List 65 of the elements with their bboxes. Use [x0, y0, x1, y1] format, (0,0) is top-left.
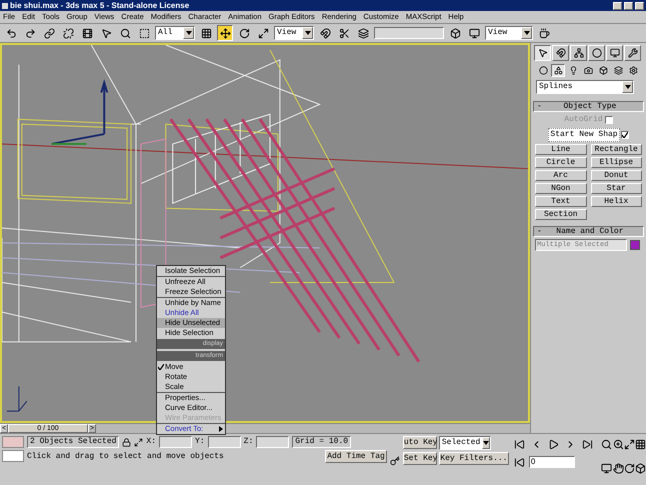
cube-icon [598, 66, 608, 75]
auto-key-button[interactable]: uto Key [402, 436, 437, 449]
object-type-button[interactable]: Arc [535, 170, 586, 181]
object-type-button[interactable]: NGon [535, 183, 586, 194]
key-mode-dropdown[interactable]: Selected [438, 436, 491, 450]
camera-icon [584, 66, 592, 75]
z-label: Z: [244, 438, 254, 446]
layers-icon [614, 66, 622, 75]
render-view-dropdown[interactable]: View [485, 26, 533, 40]
prompt-line: Click and drag to select and move objects [27, 450, 225, 462]
selection-count: 2 Objects Selected [27, 436, 120, 448]
object-type-button[interactable]: Circle [535, 157, 586, 168]
current-frame-field[interactable]: 0 [528, 456, 575, 468]
start-new-shape-label: Start New Shap [548, 128, 620, 142]
reference-coordinate-dropdown[interactable]: View [274, 26, 314, 40]
submenu-arrow-icon [219, 426, 223, 432]
category-dropdown[interactable]: Splines [536, 80, 634, 94]
rollout-header[interactable]: - Name and Color [533, 226, 644, 237]
grid-size: Grid = 10.0 [292, 436, 352, 448]
window-title: bie shui.max - 3ds max 5 - Stand-alone License [10, 2, 190, 10]
sphere-icon [538, 66, 548, 75]
hierarchy-icon [574, 48, 584, 58]
checkbox[interactable] [620, 131, 629, 139]
add-time-tag-button[interactable]: Add Time Tag [325, 450, 387, 463]
object-color-swatch[interactable] [630, 240, 640, 250]
move-tool-icon[interactable] [217, 25, 233, 41]
circle-icon [592, 48, 602, 58]
object-type-button[interactable]: Ellipse [590, 157, 642, 168]
close-button[interactable] [635, 2, 644, 10]
monitor-icon [610, 48, 620, 58]
minimize-button[interactable] [613, 2, 622, 10]
y-label: Y: [195, 438, 205, 446]
set-key-button[interactable]: Set Key [402, 452, 437, 465]
wrench-icon [628, 48, 638, 58]
y-coordinate-field[interactable] [208, 436, 241, 448]
object-type-button[interactable]: Text [535, 196, 586, 207]
absolute-mode-icon[interactable] [134, 438, 144, 446]
cursor-icon [538, 48, 548, 58]
z-coordinate-field[interactable] [256, 436, 290, 448]
shapes-icon [554, 66, 562, 75]
x-coordinate-field[interactable] [159, 436, 192, 448]
autogrid-label: AutoGrid [564, 114, 603, 126]
script-listener-field[interactable] [2, 436, 24, 448]
selection-filter-dropdown[interactable]: All [155, 26, 195, 40]
object-type-button[interactable]: Line [535, 144, 586, 155]
key-filters-button[interactable]: Key Filters... [438, 452, 509, 465]
panel-tab[interactable] [534, 45, 551, 61]
object-type-button[interactable]: Helix [590, 196, 642, 207]
script-output-field[interactable] [2, 450, 24, 462]
object-type-button[interactable]: Donut [590, 170, 642, 181]
magnet-icon [556, 48, 566, 58]
object-type-button[interactable]: Star [590, 183, 642, 194]
rollout-header[interactable]: - Object Type [533, 101, 644, 112]
light-bulb-icon [568, 66, 578, 75]
maximize-button[interactable] [624, 2, 633, 10]
checkmark-icon [158, 364, 164, 370]
app-icon [2, 2, 8, 8]
object-type-button[interactable]: Section [535, 209, 586, 220]
object-type-button[interactable]: Rectangle [590, 144, 642, 155]
gear-icon [628, 66, 638, 75]
named-selection-field[interactable] [374, 27, 444, 39]
key-icon[interactable] [390, 454, 400, 468]
category-button[interactable] [551, 64, 565, 77]
lock-icon[interactable] [122, 438, 132, 446]
x-label: X: [146, 438, 156, 446]
